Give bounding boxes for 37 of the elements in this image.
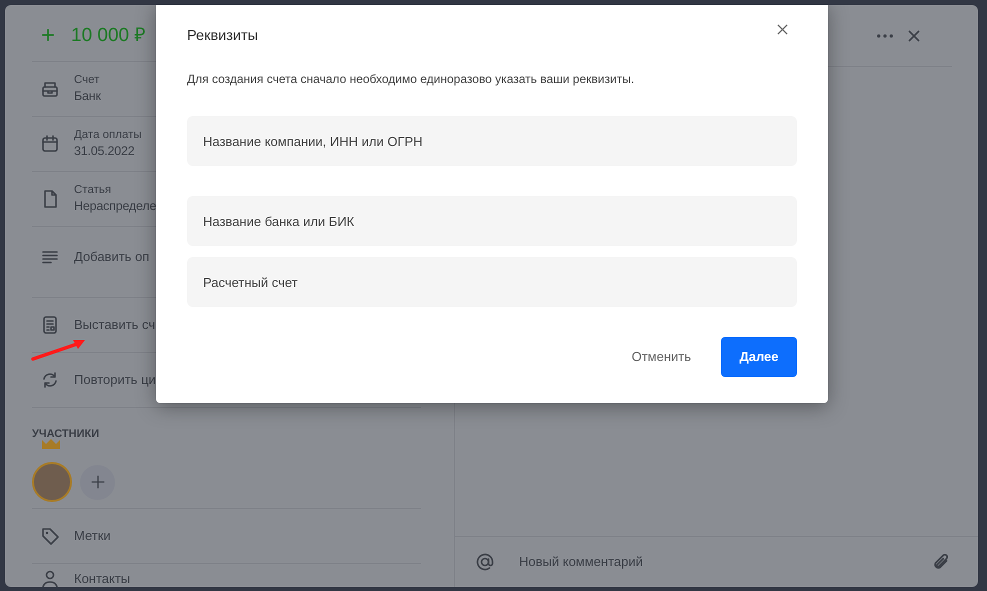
crown-icon: [42, 439, 60, 449]
add-participant-button[interactable]: [80, 464, 115, 500]
section-link[interactable]: Контакты: [74, 568, 130, 587]
field-label: Дата оплаты: [74, 128, 142, 143]
field-label: Счет: [74, 74, 100, 88]
tag-icon: [40, 526, 60, 546]
modal-title: Реквизиты: [187, 28, 258, 46]
comment-input[interactable]: Новый комментарий: [517, 551, 908, 573]
cancel-button[interactable]: Отменить: [632, 347, 691, 367]
input-field[interactable]: Расчетный счет: [187, 257, 797, 307]
invoice-icon: [40, 315, 60, 335]
field-value: Банк: [74, 88, 101, 104]
section-link[interactable]: Метки: [74, 526, 111, 546]
close-button[interactable]: [908, 30, 920, 42]
repeat-icon: [40, 370, 60, 390]
avatar-photo: [32, 462, 72, 502]
more-button[interactable]: [876, 32, 894, 38]
person-icon: [40, 568, 60, 587]
field-value: Нераспределе: [74, 198, 156, 214]
annotation-arrow: [31, 340, 85, 361]
calendar-icon: [40, 134, 60, 154]
field-label: Статья: [74, 184, 112, 198]
modal-description: Для создания счета сначало необходимо единоразово указать ваши реквизиты.: [187, 71, 636, 88]
action-link[interactable]: Повторить ци: [74, 370, 156, 390]
field-value: 31.05.2022: [74, 142, 136, 160]
action-link[interactable]: Выставить сч: [74, 315, 156, 335]
next-button[interactable]: Далее: [721, 337, 797, 377]
mention-button[interactable]: [475, 552, 495, 572]
close-button[interactable]: [777, 24, 788, 35]
wallet-icon: [40, 79, 60, 99]
add-description-link[interactable]: Добавить оп: [74, 247, 150, 266]
plus-sign: +: [41, 21, 56, 51]
input-field[interactable]: Название компании, ИНН или ОГРН: [187, 116, 797, 166]
input-field[interactable]: Название банка или БИК: [187, 196, 797, 246]
section-title: УЧАСТНИКИ: [32, 427, 100, 442]
amount-value: 10 000 ₽: [71, 24, 146, 48]
plus-icon: [88, 473, 106, 491]
